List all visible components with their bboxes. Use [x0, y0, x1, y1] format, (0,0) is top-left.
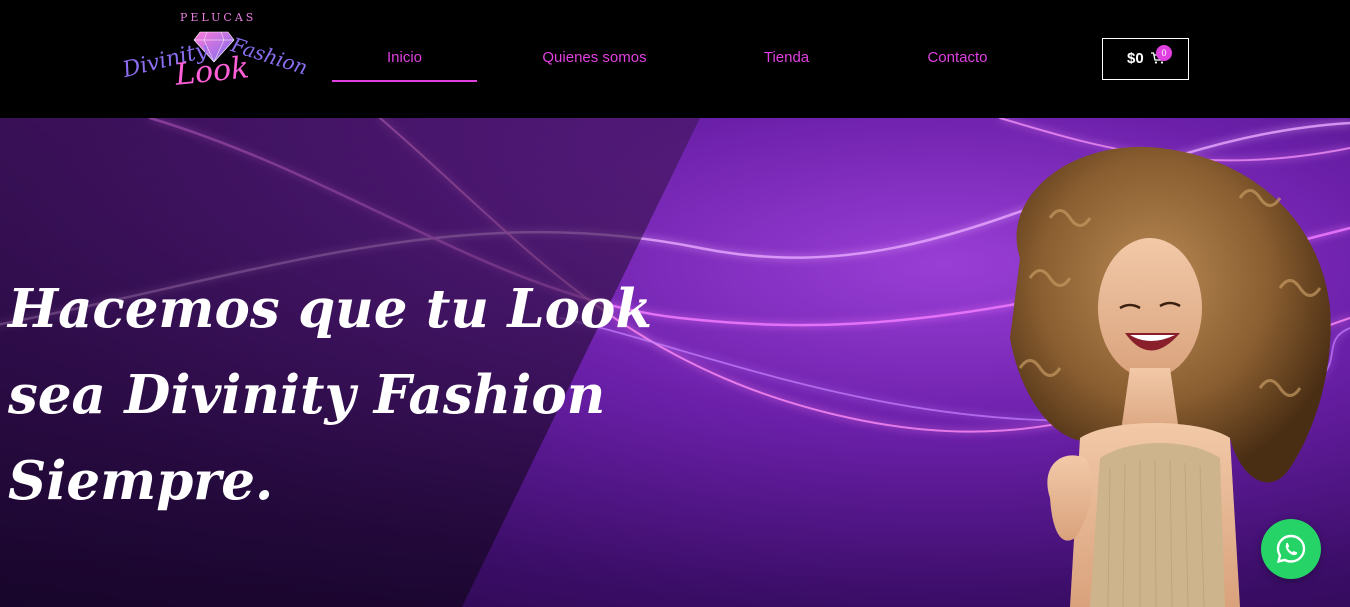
hero-headline-line-2: sea Divinity Fashion	[8, 364, 606, 426]
whatsapp-icon	[1276, 534, 1306, 564]
hero-headline: Hacemos que tu Look sea Divinity Fashion…	[8, 266, 653, 524]
hero-banner: Hacemos que tu Look sea Divinity Fashion…	[0, 118, 1350, 607]
nav-item-inicio[interactable]: Inicio	[332, 36, 477, 82]
nav-item-tienda[interactable]: Tienda	[714, 36, 859, 82]
cart-total: $0	[1127, 50, 1144, 67]
nav-item-quienes-somos[interactable]: Quienes somos	[522, 36, 667, 82]
whatsapp-chat-button[interactable]	[1261, 519, 1321, 579]
hero-headline-line-1: Hacemos que tu Look	[8, 278, 653, 340]
hero-headline-line-3: Siempre.	[8, 450, 274, 512]
site-header: PELUCAS Divinity Look Fashion Inicio Qui…	[0, 0, 1350, 118]
site-logo[interactable]: PELUCAS Divinity Look Fashion	[120, 8, 310, 108]
cart-button[interactable]: $0 0	[1102, 38, 1189, 80]
nav-item-contacto[interactable]: Contacto	[885, 36, 1030, 82]
cart-count-badge: 0	[1156, 45, 1172, 61]
